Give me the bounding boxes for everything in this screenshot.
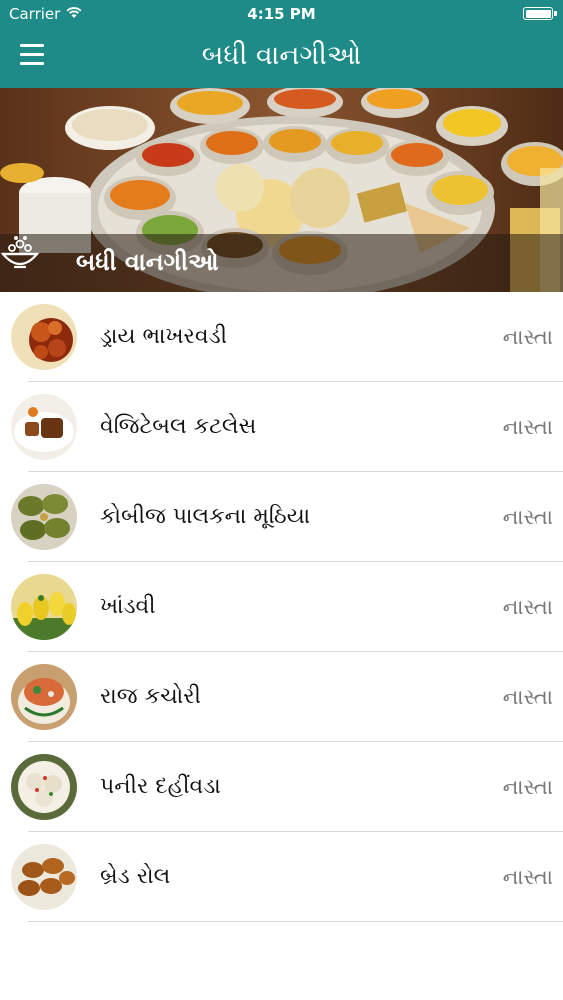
battery-icon — [523, 7, 557, 20]
navigation-bar: બધી વાનગીઓ — [0, 28, 563, 88]
recipe-category: નાસ્તા — [502, 775, 553, 799]
recipe-name: વેજિટેબલ કટલેસ — [100, 414, 257, 439]
recipe-category: નાસ્તા — [502, 685, 553, 709]
recipe-name: રાજ કચોરી — [100, 684, 201, 709]
recipe-thumbnail — [11, 844, 77, 910]
food-bowl-icon — [0, 236, 40, 269]
recipe-name: કોબીજ પાલકના મૂઠિયા — [100, 504, 311, 529]
divider — [28, 921, 563, 922]
status-time: 4:15 PM — [247, 5, 316, 23]
recipe-name: ખાંડવી — [100, 594, 156, 619]
recipe-category: નાસ્તા — [502, 865, 553, 889]
recipe-list-item[interactable]: ડ્રાય ભાખરવડી નાસ્તા — [0, 292, 563, 382]
recipe-name: બ્રેડ રોલ — [100, 864, 171, 889]
recipe-list: ડ્રાય ભાખરવડી નાસ્તા વેજિટેબલ કટલેસ નાસ્… — [0, 292, 563, 922]
recipe-thumbnail — [11, 304, 77, 370]
page-title: બધી વાનગીઓ — [201, 40, 362, 71]
recipe-category: નાસ્તા — [502, 505, 553, 529]
status-bar: Carrier 4:15 PM — [0, 0, 563, 28]
recipe-thumbnail — [11, 754, 77, 820]
hero-caption: બધી વાનગીઓ — [0, 234, 563, 292]
recipe-list-item[interactable]: કોબીજ પાલકના મૂઠિયા નાસ્તા — [0, 472, 563, 562]
recipe-category: નાસ્તા — [502, 415, 553, 439]
recipe-thumbnail — [11, 664, 77, 730]
recipe-name: પનીર દહીંવડા — [100, 774, 221, 799]
recipe-list-item[interactable]: પનીર દહીંવડા નાસ્તા — [0, 742, 563, 832]
recipe-name: ડ્રાય ભાખરવડી — [100, 324, 228, 349]
hero-caption-text: બધી વાનગીઓ — [76, 248, 219, 276]
recipe-thumbnail — [11, 574, 77, 640]
recipe-list-item[interactable]: રાજ કચોરી નાસ્તા — [0, 652, 563, 742]
hero-banner: બધી વાનગીઓ — [0, 88, 563, 292]
recipe-thumbnail — [11, 484, 77, 550]
recipe-category: નાસ્તા — [502, 325, 553, 349]
recipe-list-item[interactable]: ખાંડવી નાસ્તા — [0, 562, 563, 652]
recipe-thumbnail — [11, 394, 77, 460]
recipe-category: નાસ્તા — [502, 595, 553, 619]
recipe-list-item[interactable]: વેજિટેબલ કટલેસ નાસ્તા — [0, 382, 563, 472]
recipe-list-item[interactable]: બ્રેડ રોલ નાસ્તા — [0, 832, 563, 922]
